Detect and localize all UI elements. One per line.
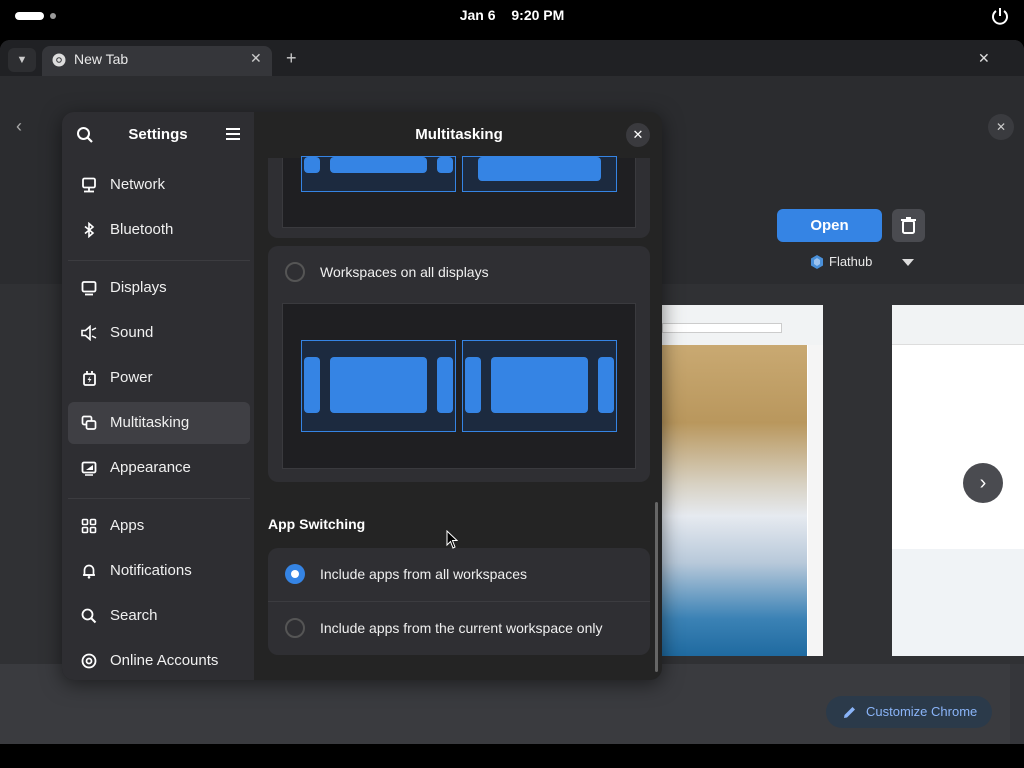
uninstall-button[interactable] [892,209,925,242]
sidebar-item-label: Apps [110,517,145,534]
hamburger-menu-icon[interactable] [225,127,241,141]
app-switching-heading: App Switching [268,516,366,532]
scrollbar[interactable] [655,502,658,672]
sidebar-item-label: Power [110,369,153,386]
date-label: Jan 6 [459,7,496,23]
sidebar-item-label: Online Accounts [110,652,219,669]
sidebar-item-displays[interactable]: Displays [68,267,250,309]
bell-icon [83,564,95,579]
customize-chrome-button[interactable]: Customize Chrome [826,696,992,728]
sidebar-item-online-accounts[interactable]: Online Accounts [68,640,250,680]
sidebar-item-label: Notifications [110,562,192,579]
screenshot-thumbnail[interactable] [662,305,823,656]
source-label[interactable]: Flathub [829,254,872,269]
screenshot-thumbnail[interactable] [892,305,1024,656]
sidebar-item-search[interactable]: Search [68,595,250,637]
time-label: 9:20 PM [511,7,565,23]
sidebar-header: Settings [62,112,254,158]
new-tab-button[interactable]: + [286,48,297,69]
sidebar-item-apps[interactable]: Apps [68,505,250,547]
settings-window: Settings Network Bluetooth Displays Soun… [62,112,662,680]
sidebar-divider [68,498,250,499]
apps-icon [81,518,97,534]
chevron-down-icon[interactable] [902,259,914,266]
sidebar-item-label: Displays [110,279,167,296]
sidebar-item-bluetooth[interactable]: Bluetooth [68,209,250,251]
sidebar-item-label: Network [110,176,166,193]
appearance-icon [81,461,97,476]
tab-title: New Tab [74,51,129,67]
workspaces-primary-card [268,156,650,238]
sidebar-item-multitasking[interactable]: Multitasking [68,402,250,444]
preview-illustration [282,303,636,469]
sound-icon [81,325,97,341]
power-icon [83,371,96,386]
settings-close-button[interactable]: ✕ [626,123,650,147]
network-icon [82,177,96,193]
app-switching-all-radio[interactable] [285,564,305,584]
pencil-icon [844,707,855,718]
display-icon [81,281,97,296]
chrome-icon [52,53,66,67]
tab-new-tab[interactable]: New Tab ✕ [42,46,272,78]
app-switching-option-current[interactable]: Include apps from the current workspace … [268,602,650,655]
workspaces-all-displays-radio[interactable] [285,262,305,282]
customize-label: Customize Chrome [866,704,978,719]
sidebar-item-label: Sound [110,324,154,341]
sidebar-item-notifications[interactable]: Notifications [68,550,250,592]
bluetooth-icon [84,222,95,238]
mouse-cursor-icon [446,530,458,549]
preview-illustration [282,156,636,228]
multitasking-icon [81,415,97,430]
trash-icon [901,217,916,234]
power-icon[interactable] [990,6,1010,26]
workspaces-all-displays-label[interactable]: Workspaces on all displays [320,264,489,280]
tab-search-button[interactable]: ▼ [8,48,36,72]
sidebar-item-sound[interactable]: Sound [68,312,250,354]
window-close-button[interactable]: ✕ [978,50,990,67]
sidebar-item-label: Multitasking [110,414,190,431]
clock[interactable]: Jan 6 9:20 PM [0,7,1024,23]
settings-sidebar: Settings Network Bluetooth Displays Soun… [62,112,254,680]
sidebar-divider [68,260,250,261]
desktop: Jan 6 9:20 PM ▼ New Tab ✕ + ✕ ‹ ✕ Open F… [0,0,1024,768]
sidebar-item-appearance[interactable]: Appearance [68,447,250,489]
open-button[interactable]: Open [777,209,882,242]
sidebar-item-label: Search [110,607,158,624]
app-switching-option-all[interactable]: Include apps from all workspaces [268,548,650,601]
at-icon [81,653,97,669]
panel-title: Multitasking [415,126,503,143]
close-icon[interactable]: ✕ [988,114,1014,140]
sidebar-item-network[interactable]: Network [68,164,250,206]
close-icon[interactable]: ✕ [250,50,262,67]
app-switching-card: Include apps from all workspaces Include… [268,548,650,655]
close-icon: ✕ [632,127,644,142]
search-icon [81,608,97,624]
back-arrow-icon[interactable]: ‹ [16,116,22,137]
workspaces-all-displays-card: Workspaces on all displays [268,246,650,482]
next-screenshot-button[interactable]: › [963,463,1003,503]
flathub-icon [811,255,823,269]
sidebar-item-label: Appearance [110,459,191,476]
top-bar: Jan 6 9:20 PM [0,0,1024,32]
app-switching-option-label: Include apps from all workspaces [320,566,527,582]
sidebar-item-label: Bluetooth [110,221,174,238]
app-switching-option-label: Include apps from the current workspace … [320,620,603,636]
sidebar-item-power[interactable]: Power [68,357,250,399]
beach-image [662,345,807,656]
tab-strip: ▼ New Tab ✕ + ✕ [0,40,1024,78]
app-switching-current-radio[interactable] [285,618,305,638]
